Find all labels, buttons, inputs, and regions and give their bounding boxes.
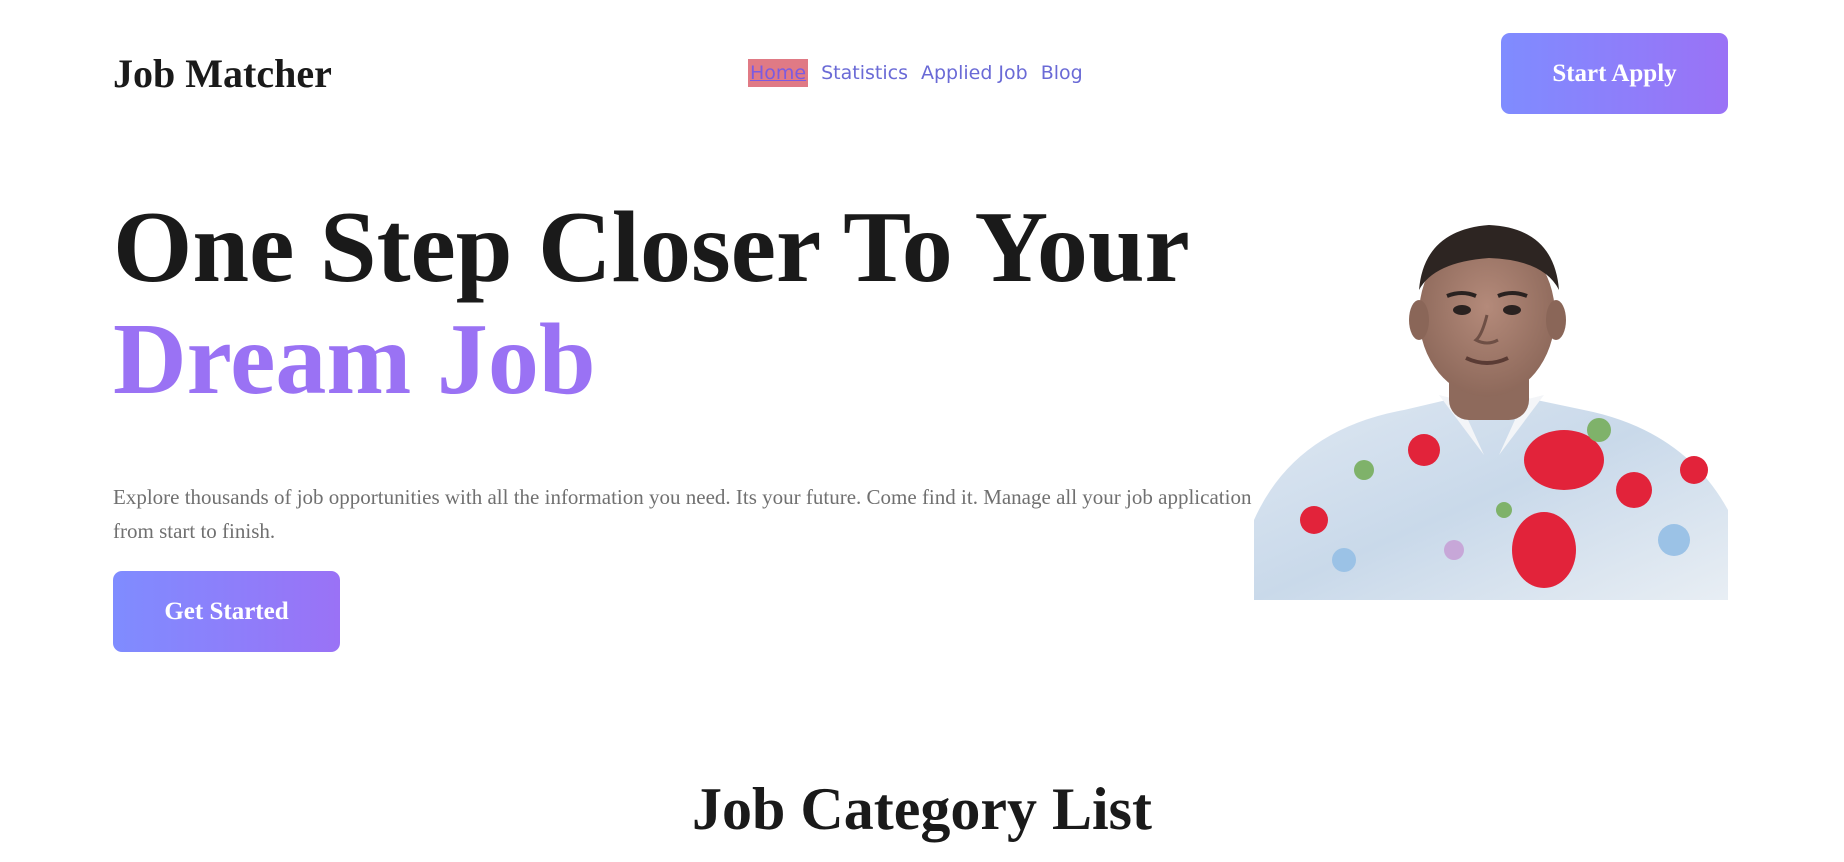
hero-title-highlight: Dream Job	[113, 303, 596, 416]
portrait-illustration	[1254, 225, 1728, 600]
nav-statistics[interactable]: Statistics	[821, 59, 908, 87]
brand-logo[interactable]: Job Matcher	[113, 50, 332, 98]
nav-blog[interactable]: Blog	[1041, 59, 1083, 87]
start-apply-button[interactable]: Start Apply	[1501, 33, 1728, 114]
nav-applied-job[interactable]: Applied Job	[921, 59, 1028, 87]
hero-description: Explore thousands of job opportunities w…	[113, 485, 1252, 543]
main-nav: Home Statistics Applied Job Blog	[748, 59, 1083, 87]
hero-portrait-image	[1254, 220, 1728, 600]
site-header: Job Matcher Home Statistics Applied Job …	[0, 0, 1844, 150]
get-started-button[interactable]: Get Started	[113, 571, 340, 652]
hero-title: One Step Closer To Your Dream Job	[113, 192, 1190, 416]
hero-title-line1: One Step Closer To Your	[113, 191, 1190, 304]
job-category-title: Job Category List	[692, 776, 1152, 842]
nav-home[interactable]: Home	[748, 59, 809, 87]
